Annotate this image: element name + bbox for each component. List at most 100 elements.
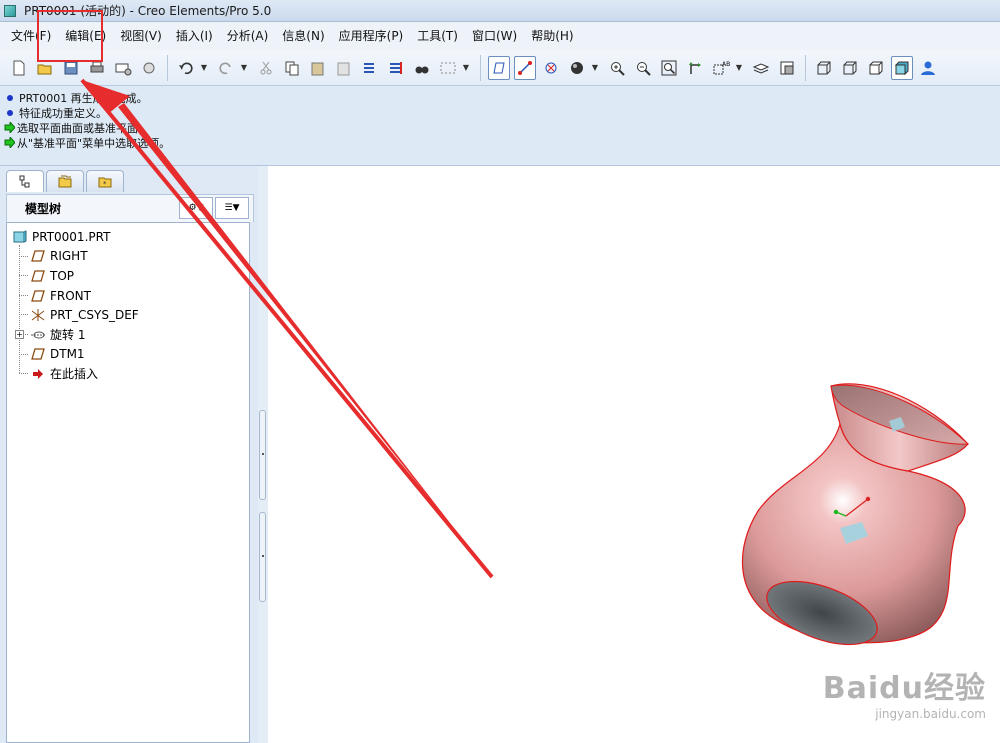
tree-node-insert-here[interactable]: 在此插入 [7, 364, 249, 384]
message-area: PRT0001 再生成功完成。 特征成功重定义。 选取平面曲面或基准平面。 从"… [0, 86, 1000, 166]
redo-icon [219, 62, 231, 74]
tab-folder-browser[interactable] [46, 170, 84, 192]
tree-node-right[interactable]: RIGHT [7, 247, 249, 267]
undo-button[interactable] [175, 56, 197, 80]
redo-dropdown[interactable]: ▼ [239, 56, 249, 80]
svg-text:AB: AB [722, 61, 730, 68]
expand-toggle-icon[interactable]: + [15, 329, 24, 339]
undo-icon [179, 62, 193, 74]
select-box-button[interactable] [437, 56, 459, 80]
view-manager-button[interactable] [776, 56, 798, 80]
menu-view[interactable]: 视图(V) [113, 22, 169, 50]
panel-splitter[interactable] [258, 166, 268, 743]
binoculars-icon [415, 66, 429, 73]
app-icon [4, 4, 16, 17]
model-tree-title: 模型树 [25, 202, 62, 216]
send-link-button[interactable] [138, 56, 160, 80]
zoom-out-button[interactable] [632, 56, 654, 80]
annotation-highlight-box [37, 10, 103, 62]
zoom-in-button[interactable] [606, 56, 628, 80]
shaded-button[interactable] [891, 55, 913, 80]
select-box-icon [440, 62, 456, 73]
insert-here-icon [29, 367, 47, 381]
graphics-window[interactable]: Baidu经验 jingyan.baidu.com [268, 166, 1000, 743]
message-line: PRT0001 再生成功完成。 [4, 90, 996, 105]
new-file-icon [13, 60, 25, 75]
datum-axes-toggle[interactable] [514, 55, 536, 80]
tree-node-dtm1[interactable]: DTM1 [7, 345, 249, 365]
shading-button[interactable] [566, 56, 588, 80]
model-display-button[interactable] [917, 56, 939, 80]
zoom-in-icon [611, 61, 625, 76]
message-line: 从"基准平面"菜单中选取选项。 [4, 135, 996, 150]
layers-icon [752, 62, 770, 74]
refit-button[interactable] [658, 56, 680, 80]
regen-manager-button[interactable] [385, 56, 407, 80]
vase-model[interactable] [268, 166, 1000, 743]
settings-icon: ⚙▼ [188, 203, 204, 213]
menu-applications[interactable]: 应用程序(P) [332, 22, 411, 50]
copy-icon [285, 61, 299, 75]
info-bullet-icon [7, 109, 13, 116]
shading-dropdown[interactable]: ▼ [590, 56, 600, 80]
datum-plane-icon [29, 269, 47, 283]
tree-node-top[interactable]: TOP [7, 266, 249, 286]
hidden-line-button[interactable] [839, 56, 861, 80]
favorites-folder-icon: * [98, 177, 112, 188]
paste-special-button[interactable] [333, 56, 355, 80]
tree-node-revolve[interactable]: + 旋转 1 [7, 325, 249, 345]
wireframe-button[interactable] [813, 56, 835, 80]
splitter-grip[interactable] [259, 410, 266, 500]
regenerate-icon [364, 62, 374, 73]
no-hidden-button[interactable] [865, 56, 887, 80]
cut-button[interactable] [255, 56, 277, 80]
tree-settings-button[interactable]: ⚙▼ [179, 197, 213, 219]
datum-points-toggle[interactable] [540, 56, 562, 80]
tree-node-front[interactable]: FRONT [7, 286, 249, 306]
layers-button[interactable] [750, 56, 772, 80]
saved-views-dropdown[interactable]: ▼ [734, 56, 744, 80]
menu-analysis[interactable]: 分析(A) [220, 22, 276, 50]
menu-insert[interactable]: 插入(I) [169, 22, 220, 50]
reorient-button[interactable] [684, 56, 706, 80]
menu-help[interactable]: 帮助(H) [524, 22, 580, 50]
send-mail-button[interactable] [112, 56, 134, 80]
datum-point-toggle-icon [545, 62, 557, 73]
tab-favorites[interactable]: * [86, 170, 124, 192]
tree-columns-button[interactable]: ☰▼ [215, 197, 249, 219]
redo-button[interactable] [215, 56, 237, 80]
scissors-icon [260, 61, 272, 74]
copy-button[interactable] [281, 56, 303, 80]
menu-window[interactable]: 窗口(W) [465, 22, 524, 50]
zoom-out-icon [637, 61, 651, 76]
datum-planes-toggle[interactable] [488, 55, 510, 80]
splitter-grip[interactable] [259, 512, 266, 602]
csys-point-icon [833, 509, 839, 515]
message-line: 选取平面曲面或基准平面。 [4, 120, 996, 135]
tree-node-label: 旋转 1 [50, 328, 86, 343]
paste-special-icon [337, 62, 350, 75]
message-line: 特征成功重定义。 [4, 105, 996, 120]
tree-node-part[interactable]: PRT0001.PRT [7, 227, 249, 247]
menu-tools[interactable]: 工具(T) [410, 22, 465, 50]
tree-node-csys[interactable]: PRT_CSYS_DEF [7, 305, 249, 325]
view-manager-icon [780, 61, 794, 74]
title-bar: PRT0001 (活动的) - Creo Elements/Pro 5.0 [0, 0, 1000, 22]
undo-dropdown[interactable]: ▼ [199, 56, 209, 80]
paste-button[interactable] [307, 56, 329, 80]
regenerate-button[interactable] [359, 56, 381, 80]
find-button[interactable] [411, 56, 433, 80]
datum-plane-icon [29, 249, 47, 263]
navigator-panel: * 模型树 ⚙▼ ☰▼ PRT0001.PRT RIGHT TOP FRONT … [0, 166, 258, 743]
watermark-url: jingyan.baidu.com [875, 707, 986, 721]
menu-info[interactable]: 信息(N) [275, 22, 331, 50]
tab-model-tree[interactable] [6, 170, 44, 192]
select-dropdown[interactable]: ▼ [461, 56, 471, 80]
sphere-icon [571, 61, 583, 74]
saved-views-button[interactable]: AB [710, 56, 732, 80]
model-tree-icon [19, 175, 30, 187]
model-tree-tools: ⚙▼ ☰▼ [177, 197, 249, 219]
new-button[interactable] [8, 56, 30, 80]
tree-node-label: DTM1 [50, 347, 85, 362]
tree-node-label: PRT0001.PRT [32, 229, 111, 244]
